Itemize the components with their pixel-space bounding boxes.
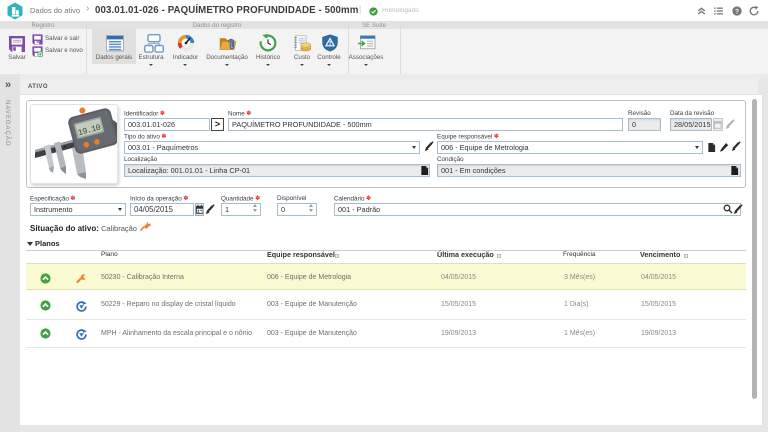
svg-text:?: ?	[735, 8, 739, 15]
